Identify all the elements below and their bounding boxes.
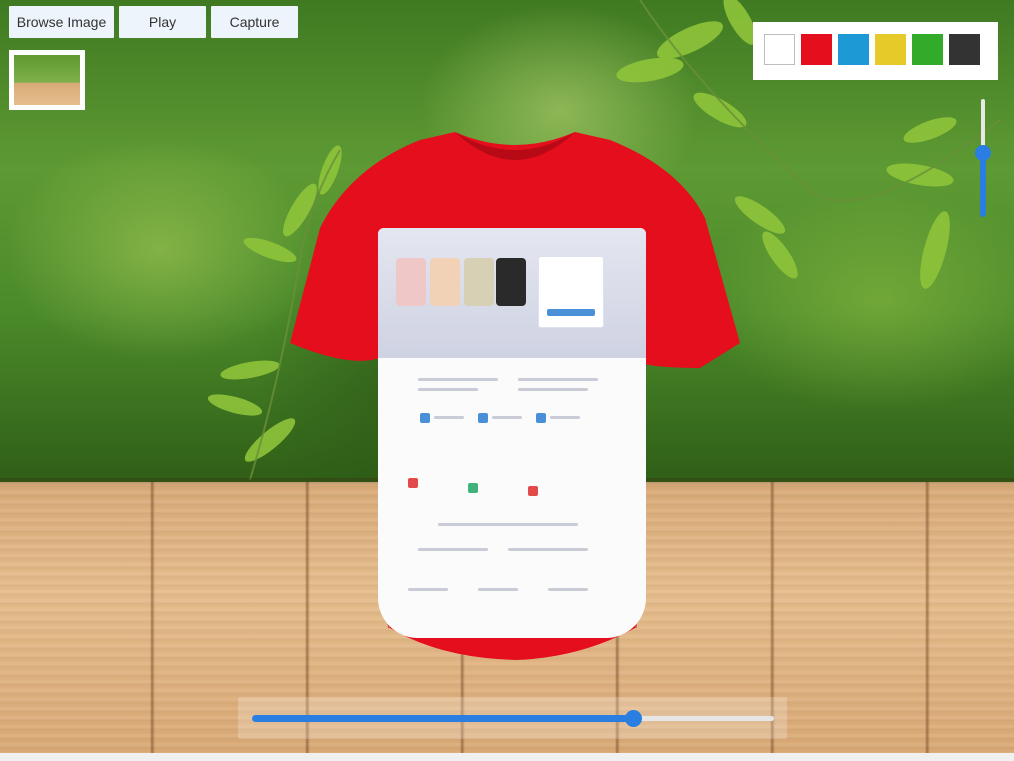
print-text-line: [518, 378, 598, 381]
print-feature-icon: [420, 413, 430, 423]
print-text-line: [418, 548, 488, 551]
print-text-line: [492, 416, 522, 419]
print-text-line: [548, 588, 588, 591]
print-text-line: [518, 388, 588, 391]
color-swatch[interactable]: [949, 34, 980, 65]
print-text-line: [550, 416, 580, 419]
play-button[interactable]: Play: [119, 6, 206, 38]
capture-button[interactable]: Capture: [211, 6, 298, 38]
print-feature-icon: [468, 483, 478, 493]
print-hang-shirt: [396, 258, 426, 306]
horizontal-slider-thumb[interactable]: [625, 710, 642, 727]
color-swatch[interactable]: [912, 34, 943, 65]
print-hang-shirt: [496, 258, 526, 306]
3d-viewport[interactable]: [0, 0, 1014, 761]
print-hang-shirt: [464, 258, 494, 306]
color-swatch[interactable]: [875, 34, 906, 65]
print-feature-icon: [408, 478, 418, 488]
browse-image-button[interactable]: Browse Image: [9, 6, 114, 38]
background-thumbnail[interactable]: [9, 50, 85, 110]
print-text-line: [418, 378, 498, 381]
print-feature-icon: [528, 486, 538, 496]
print-text-line: [434, 416, 464, 419]
print-feature-icon: [536, 413, 546, 423]
print-card-button: [547, 309, 595, 316]
print-text-line: [408, 588, 448, 591]
print-text-line: [508, 548, 588, 551]
horizontal-slider-panel: [238, 697, 787, 739]
print-feature-icon: [478, 413, 488, 423]
print-text-line: [418, 388, 478, 391]
color-swatch[interactable]: [801, 34, 832, 65]
color-palette: [753, 22, 998, 80]
viewport-bottom-edge: [0, 753, 1014, 761]
tshirt-print-image: [378, 228, 646, 638]
print-text-line: [478, 588, 518, 591]
vertical-slider-thumb[interactable]: [975, 145, 991, 161]
background-thumbnail-icon: [14, 55, 80, 105]
print-hang-shirt: [430, 258, 460, 306]
horizontal-slider-fill: [252, 715, 633, 722]
color-swatch[interactable]: [838, 34, 869, 65]
vertical-slider-fill: [980, 152, 986, 217]
print-text-line: [438, 523, 578, 526]
color-swatch[interactable]: [764, 34, 795, 65]
tshirt-model[interactable]: [280, 128, 750, 668]
print-login-card: [538, 256, 604, 328]
vertical-slider[interactable]: [975, 99, 991, 219]
